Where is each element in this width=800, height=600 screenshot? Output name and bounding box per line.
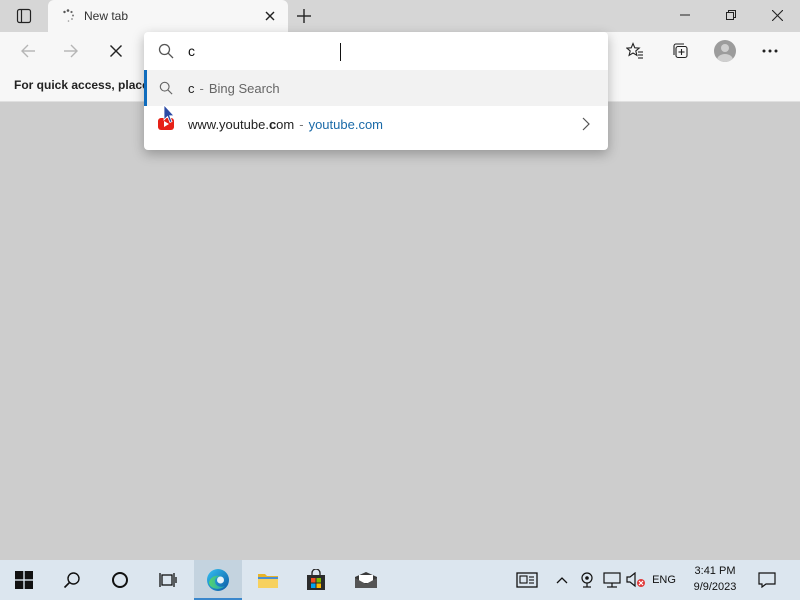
suggestion-url: www.youtube.com — [188, 116, 295, 132]
forward-button[interactable] — [55, 35, 87, 67]
suggestion-separator: - — [199, 80, 204, 96]
text-caret — [340, 43, 341, 61]
favorites-bar-hint: For quick access, place y — [14, 78, 159, 92]
mail-button[interactable] — [342, 560, 390, 600]
new-tab-button[interactable] — [290, 3, 318, 29]
tab-new-tab[interactable]: New tab — [48, 0, 288, 32]
file-explorer-button[interactable] — [244, 560, 292, 600]
address-input[interactable] — [188, 41, 588, 61]
volume-button[interactable] — [625, 560, 647, 600]
chevron-right-icon[interactable] — [578, 116, 594, 132]
settings-more-button[interactable] — [747, 35, 792, 67]
tab-title: New tab — [84, 9, 129, 23]
suggestion-youtube[interactable]: www.youtube.com - youtube.com — [144, 106, 608, 142]
favorites-button[interactable] — [612, 35, 657, 67]
store-bag-icon — [307, 569, 325, 590]
webcam-icon — [581, 572, 593, 588]
network-icon — [603, 572, 621, 588]
suggestion-provider: Bing Search — [208, 80, 280, 96]
tab-close-button[interactable] — [256, 2, 284, 30]
task-view-icon — [159, 573, 177, 587]
forward-arrow-icon — [64, 44, 78, 58]
chevron-up-icon — [556, 577, 568, 584]
news-widget-button[interactable] — [512, 560, 542, 600]
network-button[interactable] — [601, 560, 623, 600]
taskbar-search-button[interactable] — [48, 560, 96, 600]
back-button[interactable] — [12, 35, 44, 67]
clock-button[interactable]: 3:41 PM 9/9/2023 — [680, 563, 750, 595]
volume-muted-icon — [626, 572, 645, 588]
start-button[interactable] — [0, 560, 48, 600]
window-controls — [662, 0, 800, 32]
taskbar: ENG 3:41 PM 9/9/2023 — [0, 560, 800, 600]
microsoft-store-button[interactable] — [292, 560, 340, 600]
tab-actions-button[interactable] — [8, 4, 40, 28]
title-bar: New tab — [0, 0, 800, 32]
folder-icon — [258, 574, 278, 588]
close-icon — [265, 11, 275, 21]
restore-button[interactable] — [708, 0, 754, 30]
suggestion-query: c — [188, 80, 195, 96]
suggestion-domain: youtube.com — [308, 116, 384, 132]
profile-button[interactable] — [702, 35, 747, 67]
collections-icon — [672, 43, 688, 59]
collections-button[interactable] — [657, 35, 702, 67]
address-bar — [144, 32, 608, 70]
address-bar-dropdown: c - Bing Search www.youtube.com - youtub… — [144, 32, 608, 150]
task-view-button[interactable] — [144, 560, 192, 600]
restore-icon — [726, 10, 736, 20]
mouse-cursor-icon — [163, 104, 175, 124]
page-content — [0, 102, 800, 560]
show-hidden-icons-button[interactable] — [553, 560, 571, 600]
search-icon — [63, 572, 80, 589]
windows-logo-icon — [15, 571, 33, 589]
toolbar-actions — [612, 35, 792, 67]
close-window-button[interactable] — [754, 0, 800, 30]
stop-loading-button[interactable] — [100, 35, 132, 67]
search-icon — [158, 80, 174, 96]
plus-icon — [297, 9, 311, 23]
close-icon — [771, 9, 783, 21]
suggestion-separator: - — [299, 116, 304, 132]
tab-actions-icon — [16, 8, 32, 24]
cortana-circle-icon — [112, 572, 128, 588]
action-center-button[interactable] — [752, 560, 782, 600]
star-list-icon — [625, 42, 643, 59]
avatar — [713, 40, 736, 62]
search-icon — [158, 43, 174, 59]
more-dots-icon — [762, 49, 777, 53]
suggestion-bing-search[interactable]: c - Bing Search — [144, 70, 608, 106]
stop-icon — [110, 45, 122, 57]
minimize-button[interactable] — [662, 0, 708, 30]
language-indicator: ENG — [652, 574, 676, 586]
meet-now-button[interactable] — [577, 560, 597, 600]
input-language-button[interactable]: ENG — [648, 560, 680, 600]
mail-envelope-icon — [355, 572, 377, 588]
loading-spinner-icon — [63, 9, 74, 22]
minimize-icon — [680, 14, 690, 16]
notification-icon — [758, 572, 776, 588]
back-arrow-icon — [21, 44, 35, 58]
taskbar-edge-button[interactable] — [194, 560, 242, 600]
edge-browser-icon — [207, 569, 229, 591]
clock-date: 9/9/2023 — [693, 581, 737, 593]
news-icon — [516, 572, 538, 588]
clock-time: 3:41 PM — [694, 565, 736, 577]
cortana-button[interactable] — [96, 560, 144, 600]
